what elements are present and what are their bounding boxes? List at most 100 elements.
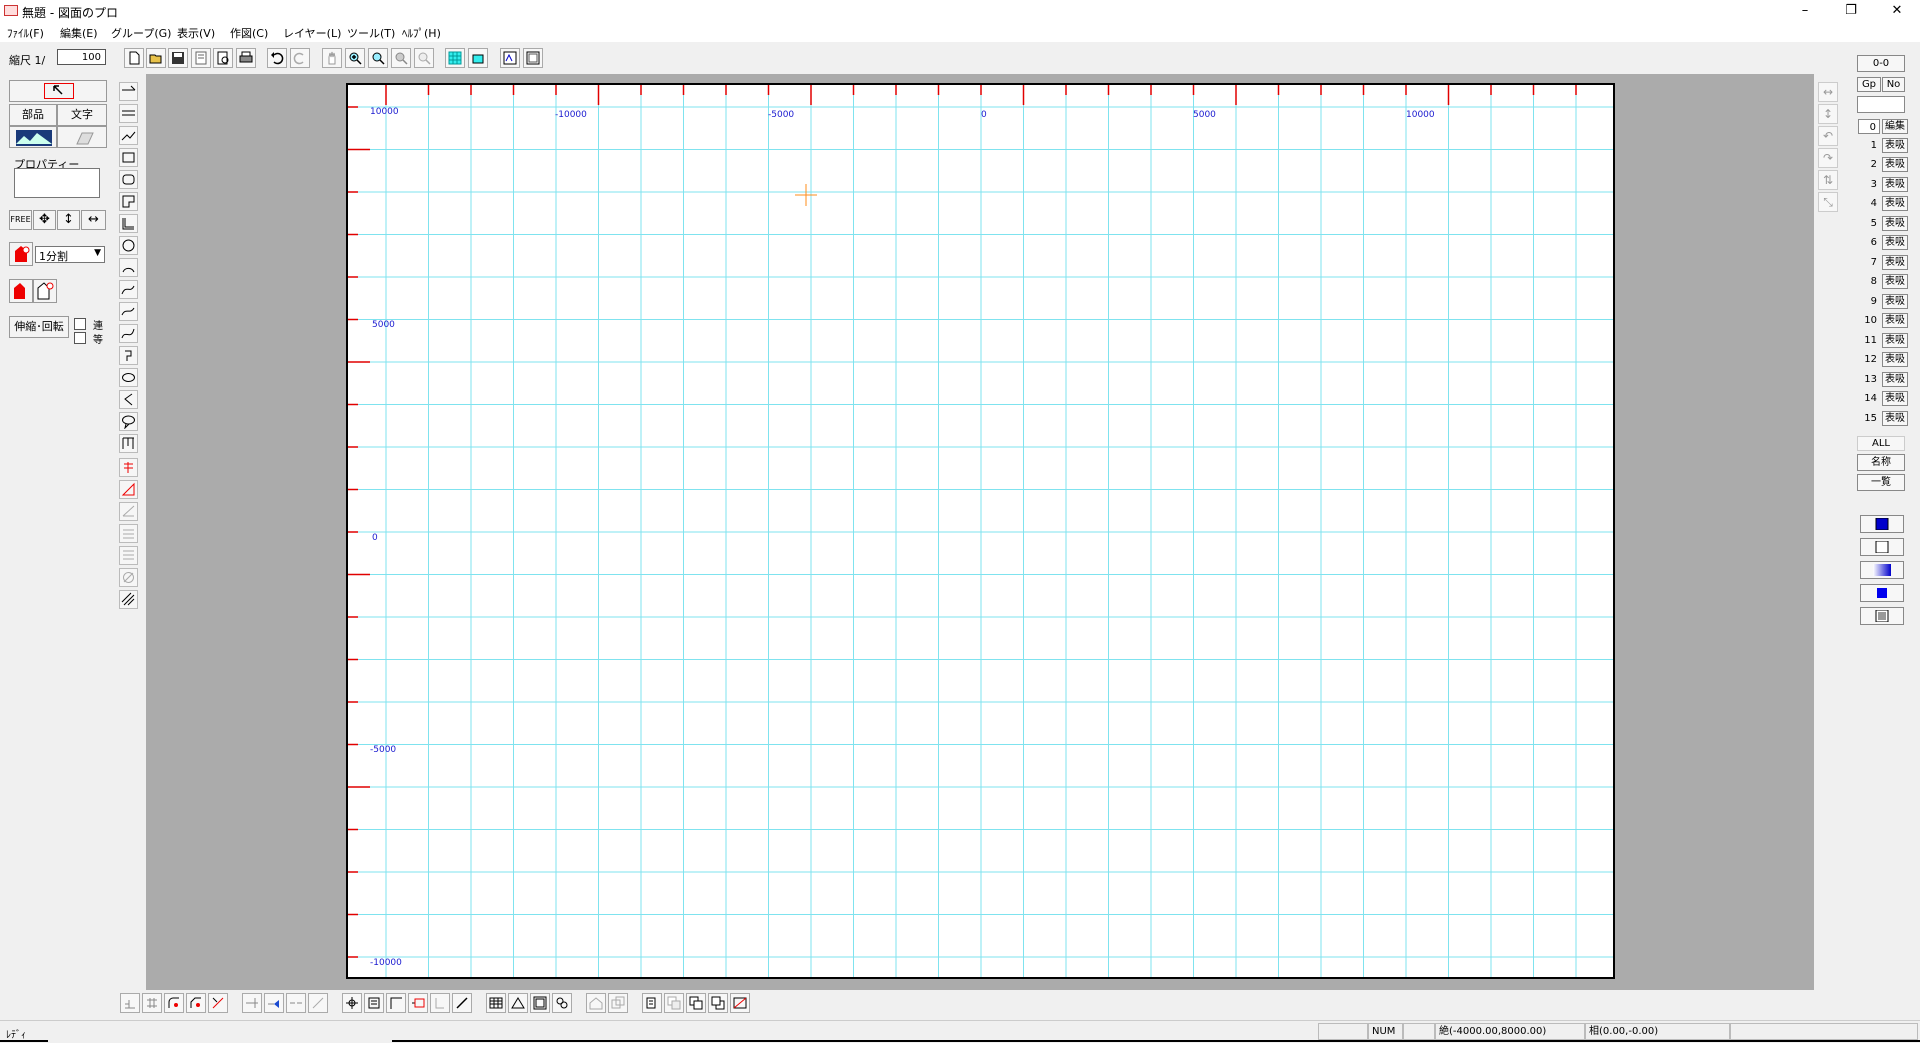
layer-state-button[interactable]: 表吸 <box>1882 352 1908 367</box>
image-button[interactable] <box>9 126 57 148</box>
text-color-button[interactable] <box>1860 584 1904 602</box>
layer-state-button[interactable]: 表吸 <box>1882 411 1908 426</box>
scale-input[interactable]: 100 <box>57 49 106 65</box>
gradient-button[interactable] <box>1860 561 1904 579</box>
polyline-tool[interactable] <box>119 126 138 145</box>
layer-state-button[interactable]: 表吸 <box>1882 138 1908 153</box>
hatch-tool[interactable] <box>119 590 138 609</box>
forward-button[interactable] <box>686 993 706 1013</box>
restore-button[interactable]: ❐ <box>1828 0 1874 22</box>
parallel-lines-tool[interactable] <box>119 546 138 565</box>
menu-draw[interactable]: 作図(C) <box>230 25 268 41</box>
open-file-button[interactable] <box>146 48 166 68</box>
continuous-checkbox[interactable] <box>74 318 86 330</box>
layer-state-button[interactable]: 表吸 <box>1882 313 1908 328</box>
mirror-vertical-button[interactable]: ↕ <box>1818 104 1838 124</box>
symbol-button[interactable] <box>552 993 572 1013</box>
double-line-tool[interactable] <box>119 104 138 123</box>
undo-button[interactable] <box>267 48 287 68</box>
print-preview-button[interactable] <box>213 48 233 68</box>
properties-box[interactable] <box>14 168 100 198</box>
menu-layer[interactable]: レイヤー(L) <box>283 25 341 41</box>
send-back-button[interactable] <box>664 993 684 1013</box>
curve-tool-3[interactable] <box>119 324 138 343</box>
group-settings-button[interactable] <box>523 48 543 68</box>
layer-state-button[interactable]: 表吸 <box>1882 391 1908 406</box>
dimension-text-tool[interactable] <box>119 458 138 477</box>
stretch-rotate-button[interactable]: 伸縮･回転 <box>9 316 69 338</box>
layer-state-button[interactable]: 表吸 <box>1882 294 1908 309</box>
door-tool[interactable] <box>119 434 138 453</box>
print-setup-button[interactable] <box>191 48 211 68</box>
scale-button[interactable]: ⤡ <box>1818 192 1838 212</box>
layer-settings-button[interactable] <box>500 48 520 68</box>
layer-state-button[interactable]: 表吸 <box>1882 177 1908 192</box>
area-button[interactable] <box>364 993 384 1013</box>
fillet-button[interactable] <box>164 993 184 1013</box>
layer-state-button[interactable]: 表吸 <box>1882 333 1908 348</box>
flip-button[interactable]: ⇅ <box>1818 170 1838 190</box>
all-layers-button[interactable]: ALL <box>1857 436 1905 451</box>
angle-tool[interactable] <box>119 390 138 409</box>
move-all-button[interactable]: ✥ <box>33 210 56 230</box>
rotate-left-button[interactable]: ↶ <box>1818 126 1838 146</box>
fill-area-button[interactable] <box>730 993 750 1013</box>
reverse-button[interactable] <box>430 993 450 1013</box>
gp-button[interactable]: Gp <box>1857 77 1881 92</box>
snap-grid-button[interactable] <box>33 279 57 303</box>
rounded-rect-tool[interactable] <box>119 170 138 189</box>
redo-button[interactable] <box>290 48 310 68</box>
leader-tool[interactable] <box>119 502 138 521</box>
arc-tool[interactable] <box>119 258 138 277</box>
corner-shape-tool[interactable] <box>119 192 138 211</box>
layer-state-button[interactable]: 表吸 <box>1882 235 1908 250</box>
slash-tool[interactable] <box>119 568 138 587</box>
grid-toggle-button[interactable] <box>445 48 465 68</box>
save-button[interactable] <box>168 48 188 68</box>
equal-checkbox[interactable] <box>74 332 86 344</box>
pan-button[interactable] <box>322 48 342 68</box>
menu-help[interactable]: ﾍﾙﾌﾟ(H) <box>402 25 441 41</box>
zoom-all-button[interactable] <box>414 48 434 68</box>
curve-tool-2[interactable] <box>119 302 138 321</box>
free-move-button[interactable]: FREE <box>9 210 32 230</box>
rotate-right-button[interactable]: ↷ <box>1818 148 1838 168</box>
snap-point-button[interactable] <box>9 242 33 266</box>
chamfer-button[interactable] <box>186 993 206 1013</box>
circle-tool[interactable] <box>119 236 138 255</box>
break-button[interactable] <box>208 993 228 1013</box>
close-button[interactable]: ✕ <box>1874 0 1920 22</box>
layer-state-button[interactable]: 表吸 <box>1882 372 1908 387</box>
layer-list-button[interactable]: 一覧 <box>1857 474 1905 491</box>
zoom-in-button[interactable] <box>345 48 365 68</box>
drawing-sheet[interactable]: 10000 -10000 -5000 0 5000 10000 5000 0 -… <box>346 83 1615 979</box>
parts-button[interactable]: 部品 <box>9 104 57 126</box>
zoom-out-button[interactable] <box>391 48 411 68</box>
frame-button[interactable] <box>530 993 550 1013</box>
minimize-button[interactable]: – <box>1782 0 1828 22</box>
line-color-button[interactable] <box>1860 515 1904 533</box>
diagonal-button[interactable] <box>452 993 472 1013</box>
app-icon[interactable] <box>4 5 18 16</box>
layer-name-button[interactable]: 名称 <box>1857 454 1905 471</box>
layer-name-field[interactable] <box>1857 96 1905 113</box>
layer-state-button[interactable]: 編集 <box>1882 119 1908 134</box>
curve-tool-1[interactable] <box>119 280 138 299</box>
group-layer-display[interactable]: 0-0 <box>1857 55 1905 72</box>
rectangle-tool[interactable] <box>119 148 138 167</box>
center-point-button[interactable] <box>342 993 362 1013</box>
division-select[interactable]: 1分割 ▼ <box>35 246 105 263</box>
select-tool-button[interactable] <box>9 80 107 102</box>
no-button[interactable]: No <box>1882 77 1905 92</box>
stretch-button[interactable] <box>308 993 328 1013</box>
backward-button[interactable] <box>708 993 728 1013</box>
move-horizontal-button[interactable]: ↔ <box>81 210 106 230</box>
hatch-lines-tool[interactable] <box>119 524 138 543</box>
print-button[interactable] <box>236 48 256 68</box>
menu-file[interactable]: ﾌｧｲﾙ(F) <box>7 25 44 41</box>
hook-tool[interactable] <box>119 346 138 365</box>
sheet-toggle-button[interactable] <box>468 48 488 68</box>
l-shape-tool[interactable] <box>119 214 138 233</box>
new-file-button[interactable] <box>124 48 144 68</box>
mirror-horizontal-button[interactable]: ↔ <box>1818 82 1838 102</box>
